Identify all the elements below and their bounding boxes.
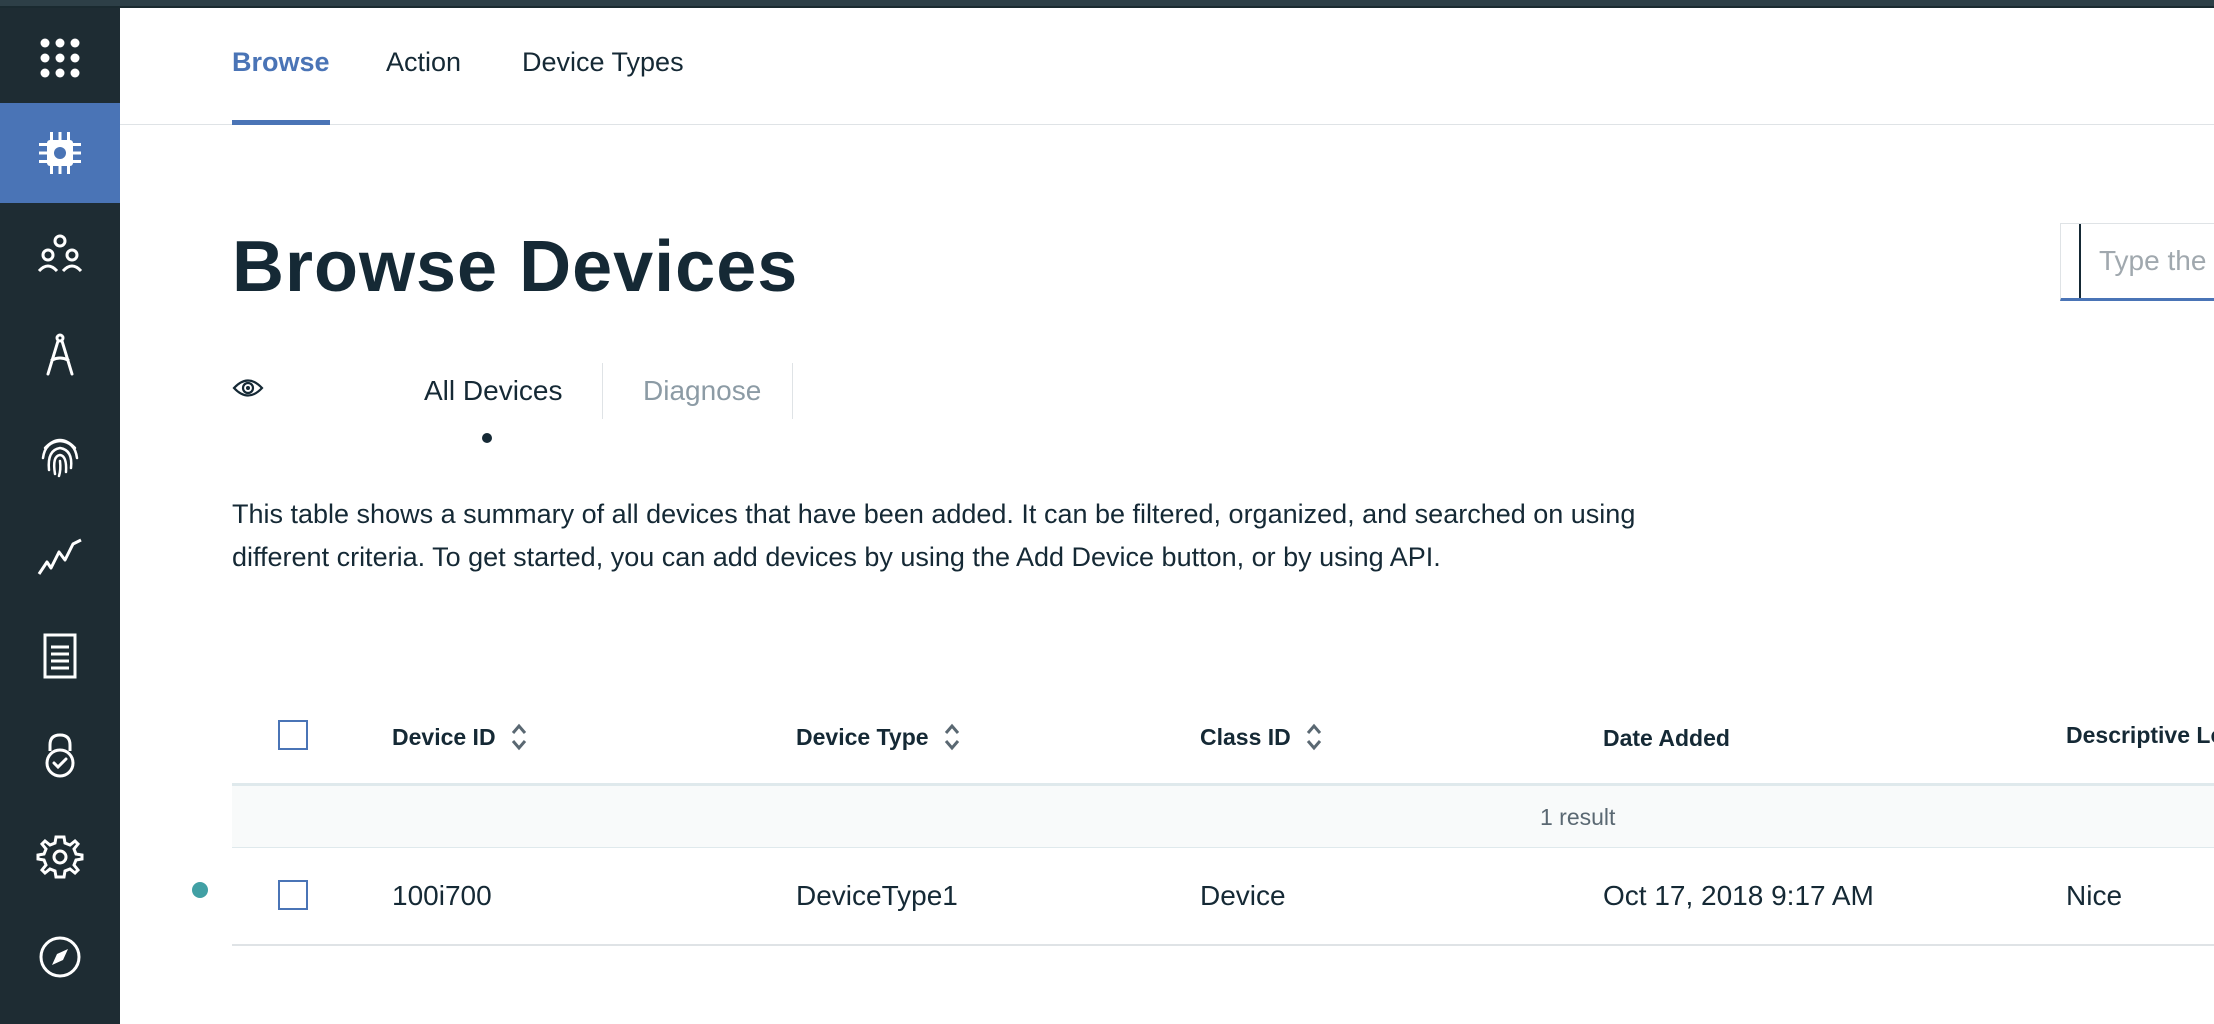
usage-chart-icon: [37, 538, 82, 575]
device-search[interactable]: [2060, 223, 2214, 301]
main-content: Browse Action Device Types Browse Device…: [120, 8, 2214, 1024]
select-all-checkbox[interactable]: [278, 720, 308, 750]
app-grid-icon-svg: [40, 38, 80, 78]
chip-icon: [39, 132, 81, 174]
column-label: Descriptive Location: [2066, 722, 2214, 748]
security-lock-icon: [45, 733, 75, 778]
sidebar-item-usage[interactable]: [0, 505, 120, 605]
sort-icon[interactable]: [510, 722, 528, 752]
active-view-indicator: [482, 433, 492, 443]
active-tab-indicator: [232, 120, 330, 125]
sidebar-item-settings[interactable]: [0, 807, 120, 907]
cell-date-added: Oct 17, 2018 9:17 AM: [1603, 880, 1874, 911]
tab-action[interactable]: Action: [386, 47, 461, 78]
connection-status-dot: [192, 882, 208, 898]
tab-device-types[interactable]: Device Types: [522, 47, 684, 78]
sidebar-item-devices[interactable]: [0, 103, 120, 203]
cell-device-type: DeviceType1: [796, 880, 958, 911]
result-count: 1 result: [1540, 804, 1616, 830]
compass-draw-icon: [46, 333, 74, 376]
view-diagnose[interactable]: Diagnose: [643, 375, 761, 407]
top-tabs: Browse Action Device Types: [120, 8, 2214, 125]
sort-icon[interactable]: [1305, 722, 1323, 752]
sidebar-item-reports[interactable]: [0, 606, 120, 706]
members-icon: [37, 234, 83, 273]
column-label: Device Type: [796, 723, 929, 750]
cell-device-id[interactable]: 100i700: [392, 880, 492, 912]
cell-descriptive-location: Nice: [2066, 880, 2123, 911]
column-header-date-added[interactable]: Date Added: [1603, 725, 1730, 752]
sort-icon[interactable]: [943, 722, 961, 752]
column-label: Device ID: [392, 723, 496, 750]
page-title: Browse Devices: [232, 227, 799, 307]
row-checkbox[interactable]: [278, 880, 308, 910]
view-all-devices[interactable]: All Devices: [424, 375, 562, 407]
sidebar-item-explore[interactable]: [0, 907, 120, 1007]
view-divider: [602, 363, 603, 419]
document-icon: [43, 633, 77, 679]
sidebar-item-security[interactable]: [0, 706, 120, 806]
fingerprint-icon: [41, 438, 79, 478]
column-label: Date Added: [1603, 725, 1730, 751]
column-label: Class ID: [1200, 723, 1291, 750]
top-bar: [0, 0, 2214, 8]
view-divider: [792, 363, 793, 419]
eye-icon: [232, 379, 264, 397]
table-header: Device ID Device Type Class ID Date Adde…: [232, 698, 2214, 786]
column-header-device-id[interactable]: Device ID: [392, 722, 528, 752]
sidebar-item-members[interactable]: [0, 204, 120, 304]
cell-class-id: Device: [1200, 880, 1286, 911]
app-grid-icon[interactable]: [0, 8, 120, 108]
sidebar-item-identity[interactable]: [0, 405, 120, 505]
table-row[interactable]: 100i700 DeviceType1 Device Oct 17, 2018 …: [232, 848, 2214, 946]
table-description: This table shows a summary of all device…: [232, 499, 1636, 572]
column-header-descriptive-location[interactable]: Descriptive Location: [2066, 722, 2214, 749]
gear-icon: [36, 835, 84, 879]
result-count-row: 1 result: [232, 786, 2214, 848]
column-header-device-type[interactable]: Device Type: [796, 722, 961, 752]
column-header-class-id[interactable]: Class ID: [1200, 722, 1323, 752]
explore-compass-icon: [39, 936, 81, 978]
sidebar: [0, 8, 120, 1024]
device-search-input[interactable]: [2079, 224, 2214, 298]
tab-browse[interactable]: Browse: [232, 47, 330, 78]
sidebar-item-rules[interactable]: [0, 304, 120, 404]
